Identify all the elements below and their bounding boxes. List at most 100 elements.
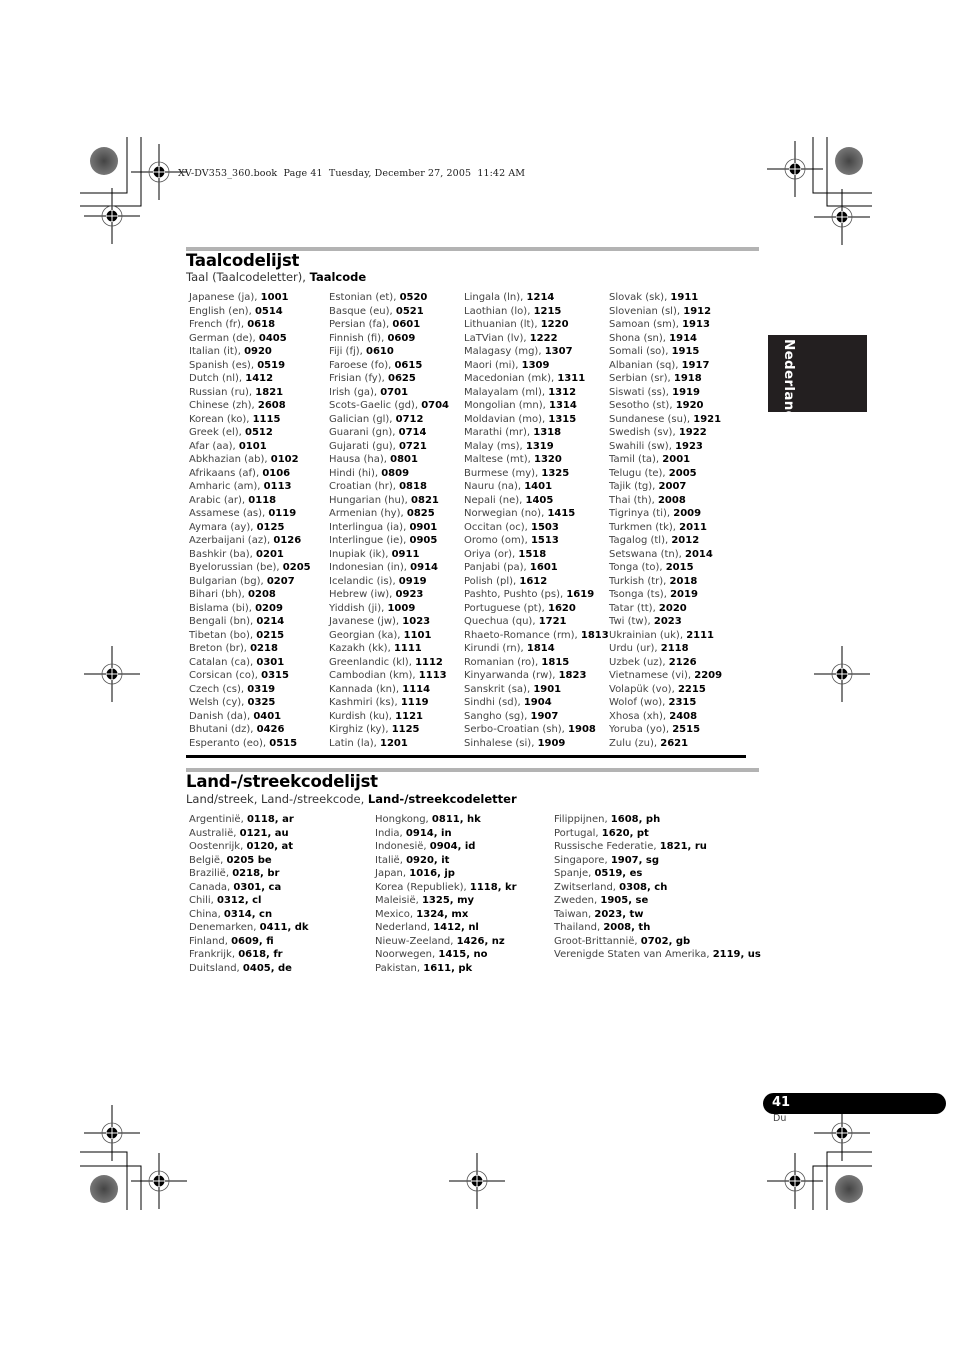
code-list-item: Byelorussian (be), 0205	[189, 561, 311, 575]
code-list-item: Wolof (wo), 2315	[609, 696, 722, 710]
code-list-item: Latin (la), 1201	[329, 737, 449, 751]
code-list-item: Thailand, 2008, th	[554, 921, 761, 935]
color-target-icon	[835, 147, 863, 175]
code-list-item: Yoruba (yo), 2515	[609, 723, 722, 737]
entry-code: 2008, th	[603, 922, 651, 933]
code-list-item: Spanje, 0519, es	[554, 867, 761, 881]
entry-name: Bhutani (dz),	[189, 724, 257, 735]
code-list-item: Persian (fa), 0601	[329, 318, 449, 332]
entry-code: 1909	[537, 737, 566, 749]
code-list-item: Hongkong, 0811, hk	[375, 813, 517, 827]
entry-name: Fiji (fj),	[329, 346, 366, 357]
entry-code: 1101	[403, 629, 432, 641]
code-list-item: Uzbek (uz), 2126	[609, 656, 722, 670]
code-list-item: Portuguese (pt), 1620	[464, 602, 609, 616]
entry-code: 1821	[255, 386, 284, 398]
code-list-item: Greek (el), 0512	[189, 426, 311, 440]
code-list-item: Azerbaijani (az), 0126	[189, 534, 311, 548]
entry-name: Italië,	[375, 854, 407, 866]
entry-code: 1917	[681, 359, 710, 371]
code-list-item: Albanian (sq), 1917	[609, 359, 722, 373]
entry-code: 1915	[671, 346, 700, 357]
entry-name: Hausa (ha),	[329, 454, 391, 465]
code-list-item: Nieuw-Zeeland, 1426, nz	[375, 935, 517, 949]
code-list-item: Tibetan (bo), 0215	[189, 629, 311, 643]
entry-name: Esperanto (eo),	[189, 737, 270, 749]
code-list-item: Frankrijk, 0618, fr	[189, 948, 309, 962]
code-list-item: Oriya (or), 1518	[464, 548, 609, 562]
code-list-item: Maori (mi), 1309	[464, 359, 609, 373]
entry-code: 1112	[415, 656, 443, 668]
entry-code: 1001	[260, 292, 289, 303]
color-target-icon	[90, 147, 118, 175]
entry-name: Interlingue (ie),	[329, 535, 410, 546]
entry-name: Tibetan (bo),	[189, 629, 257, 641]
registration-mark-icon	[83, 645, 141, 703]
entry-code: 1114	[402, 683, 431, 695]
entry-name: Korean (ko),	[189, 413, 253, 425]
entry-code: 0701	[380, 386, 409, 398]
entry-code: 1115	[252, 413, 281, 425]
entry-name: India,	[375, 827, 406, 839]
code-list-item: Bulgarian (bg), 0207	[189, 575, 311, 589]
code-list-item: Basque (eu), 0521	[329, 305, 449, 319]
entry-name: French (fr),	[189, 319, 248, 330]
entry-code: 0914, in	[405, 827, 452, 839]
code-list-item: Pakistan, 1611, pk	[375, 962, 517, 976]
entry-code: 2014	[685, 548, 713, 560]
entry-code: 2408	[669, 710, 698, 722]
entry-name: Latin (la),	[329, 737, 380, 749]
entry-code: 1412	[245, 373, 274, 384]
entry-name: Bengali (bn),	[189, 616, 257, 627]
entry-code: 1918	[673, 373, 702, 384]
code-list-item: Xhosa (xh), 2408	[609, 710, 722, 724]
entry-name: Shona (sn),	[609, 332, 670, 344]
entry-code: 2119, us	[712, 949, 761, 960]
entry-code: 1513	[530, 535, 559, 546]
entry-name: Nepali (ne),	[464, 494, 526, 506]
code-list-item: Guarani (gn), 0714	[329, 426, 449, 440]
code-list-item: Kannada (kn), 1114	[329, 683, 449, 697]
entry-name: Swahili (sw),	[609, 440, 676, 452]
entry-name: German (de),	[189, 332, 259, 344]
entry-code: 0920	[244, 346, 272, 357]
entry-code: 1905, se	[600, 895, 649, 906]
code-list-item: Maltese (mt), 1320	[464, 453, 609, 467]
code-list-item: Esperanto (eo), 0515	[189, 737, 311, 751]
code-list-item: Bhutani (dz), 0426	[189, 723, 311, 737]
entry-code: 2209	[694, 670, 723, 681]
entry-code: 1620, pt	[601, 827, 649, 839]
entry-code: 1016, jp	[409, 868, 455, 879]
entry-name: Albanian (sq),	[609, 359, 682, 371]
entry-name: Finnish (fi),	[329, 332, 388, 344]
entry-name: Javanese (jw),	[329, 616, 403, 627]
entry-name: Tajik (tg),	[609, 481, 659, 492]
entry-name: Kirghiz (ky),	[329, 724, 392, 735]
entry-name: Lingala (ln),	[464, 292, 527, 303]
entry-code: 1023	[402, 616, 431, 627]
entry-code: 0209	[255, 602, 283, 614]
entry-name: Burmese (my),	[464, 467, 542, 479]
entry-code: 0901	[409, 521, 438, 533]
code-list-item: Serbian (sr), 1918	[609, 372, 722, 386]
entry-name: Zwitserland,	[554, 881, 620, 893]
code-list-item: Breton (br), 0218	[189, 642, 311, 656]
entry-name: Assamese (as),	[189, 508, 269, 519]
entry-code: 0119	[268, 508, 297, 519]
entry-code: 1111	[393, 643, 422, 654]
entry-name: Taiwan,	[554, 908, 595, 920]
entry-name: Kirundi (rn),	[464, 643, 527, 654]
code-list-item: Welsh (cy), 0325	[189, 696, 311, 710]
entry-code: 0207	[266, 575, 295, 587]
entry-name: Japan,	[375, 868, 410, 879]
code-list-item: Amharic (am), 0113	[189, 480, 311, 494]
entry-name: Oromo (om),	[464, 535, 531, 546]
entry-code: 2315	[668, 697, 697, 708]
code-list-item: Corsican (co), 0315	[189, 669, 311, 683]
entry-code: 0904, id	[429, 841, 476, 852]
code-list-item: Estonian (et), 0520	[329, 291, 449, 305]
entry-code: 0825	[406, 508, 435, 519]
entry-name: Verenigde Staten van Amerika,	[554, 949, 713, 960]
entry-code: 2008	[657, 494, 686, 506]
code-list-item: Kirghiz (ky), 1125	[329, 723, 449, 737]
